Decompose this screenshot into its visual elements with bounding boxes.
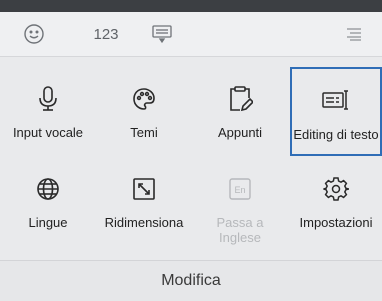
- text-editing-button[interactable]: Editing di testo: [290, 67, 382, 156]
- emoji-icon[interactable]: [20, 12, 48, 56]
- text-editing-label: Editing di testo: [293, 127, 379, 142]
- switch-to-english-line1: Passa a: [216, 215, 264, 230]
- keyboard-toolbar: 123: [0, 12, 382, 57]
- microphone-icon: [36, 79, 60, 119]
- edit-footer-button[interactable]: Modifica: [0, 260, 382, 301]
- tools-grid: Input vocale Temi Appunti Editing di tes…: [0, 57, 382, 260]
- top-strip: [0, 0, 382, 12]
- voice-input-label: Input vocale: [12, 125, 84, 140]
- resize-icon: [131, 169, 157, 209]
- voice-input-button[interactable]: Input vocale: [0, 67, 96, 155]
- text-editing-icon: [321, 81, 351, 121]
- clipboard-edit-icon: [227, 79, 253, 119]
- clipboard-label: Appunti: [217, 125, 263, 140]
- gear-icon: [323, 169, 349, 209]
- themes-label: Temi: [130, 125, 158, 140]
- globe-icon: [35, 169, 61, 209]
- en-keyboard-icon: En: [227, 169, 253, 209]
- resize-label: Ridimensiona: [104, 215, 184, 230]
- switch-to-english-button[interactable]: En Passa a Inglese: [192, 157, 288, 245]
- languages-button[interactable]: Lingue: [0, 157, 96, 245]
- languages-label: Lingue: [28, 215, 68, 230]
- settings-button[interactable]: Impostazioni: [288, 157, 382, 245]
- menu-lines-icon[interactable]: [340, 12, 368, 56]
- svg-text:En: En: [234, 185, 245, 195]
- clipboard-button[interactable]: Appunti: [192, 67, 288, 155]
- clipboard-keyboard-icon[interactable]: [148, 12, 176, 56]
- switch-to-english-label: Passa a Inglese: [217, 215, 264, 245]
- switch-to-english-line2: Inglese: [219, 230, 261, 245]
- settings-label: Impostazioni: [299, 215, 373, 230]
- themes-button[interactable]: Temi: [96, 67, 192, 155]
- palette-icon: [131, 79, 157, 119]
- resize-button[interactable]: Ridimensiona: [96, 157, 192, 245]
- numbers-button[interactable]: 123: [90, 12, 122, 56]
